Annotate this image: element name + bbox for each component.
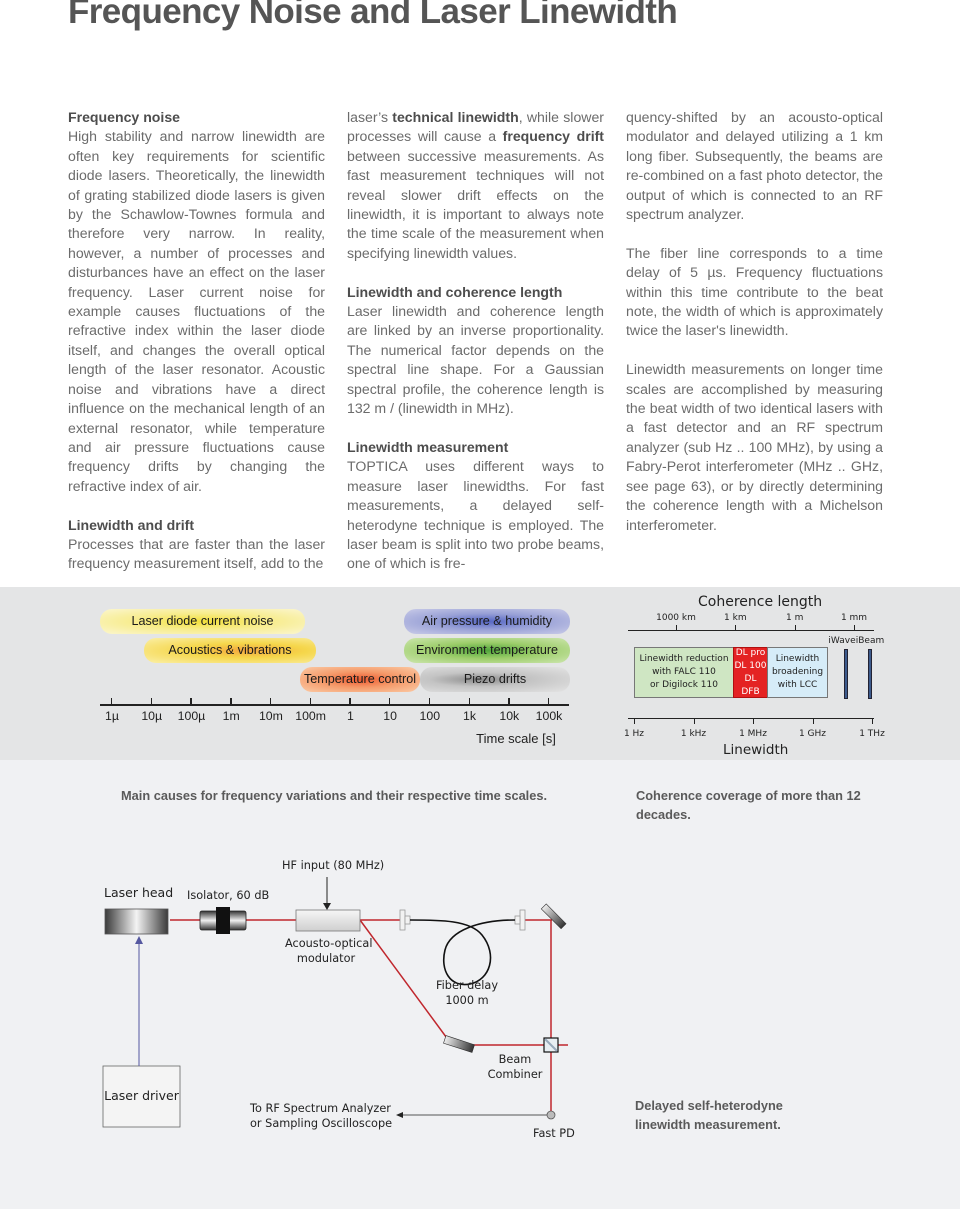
- label-combiner-line2: Combiner: [487, 1068, 543, 1081]
- label-aom: Acousto-optical modulator: [285, 936, 373, 966]
- label-aom-line1: Acousto-optical: [285, 937, 373, 950]
- fast-photodetector: [546, 1110, 556, 1120]
- label-output: To RF Spectrum Analyzer or Sampling Osci…: [250, 1101, 393, 1131]
- label-fiber-line2: 1000 m: [445, 994, 489, 1007]
- label-isolator: Isolator, 60 dB: [187, 889, 270, 902]
- fiber-coupler-in: [399, 909, 411, 931]
- acousto-optical-modulator: [295, 909, 361, 932]
- setup-caption-text: Delayed self-heterodyne linewidth measur…: [635, 1098, 783, 1132]
- output-signal-arrow: [396, 1112, 547, 1118]
- label-fiber-delay: Fiber delay 1000 m: [434, 978, 500, 1008]
- mirror-bottom: [443, 1035, 475, 1053]
- setup-caption: Delayed self-heterodyne linewidth measur…: [635, 1096, 805, 1134]
- driver-to-head-arrow: [135, 936, 143, 1066]
- isolator: [199, 907, 247, 934]
- fiber-delay-loop: [409, 919, 516, 986]
- mirror-top-right: [540, 903, 567, 930]
- label-laser-driver: Laser driver: [104, 1088, 179, 1103]
- setup-diagram: [102, 877, 568, 1128]
- label-hf-input: HF input (80 MHz): [282, 859, 385, 872]
- fiber-coupler-out: [514, 909, 526, 931]
- label-output-line1: To RF Spectrum Analyzer: [250, 1102, 391, 1115]
- label-combiner-line1: Beam: [498, 1053, 532, 1066]
- label-fiber-line1: Fiber delay: [435, 979, 499, 992]
- label-aom-line2: modulator: [296, 952, 356, 965]
- label-output-line2: or Sampling Oscilloscope: [250, 1117, 393, 1130]
- hf-input-arrow: [323, 877, 331, 910]
- beam-combiner: [543, 1037, 559, 1053]
- label-laser-head: Laser head: [104, 885, 174, 900]
- label-fast-pd: Fast PD: [533, 1127, 575, 1140]
- label-beam-combiner: Beam Combiner: [486, 1052, 544, 1082]
- laser-head: [104, 908, 169, 935]
